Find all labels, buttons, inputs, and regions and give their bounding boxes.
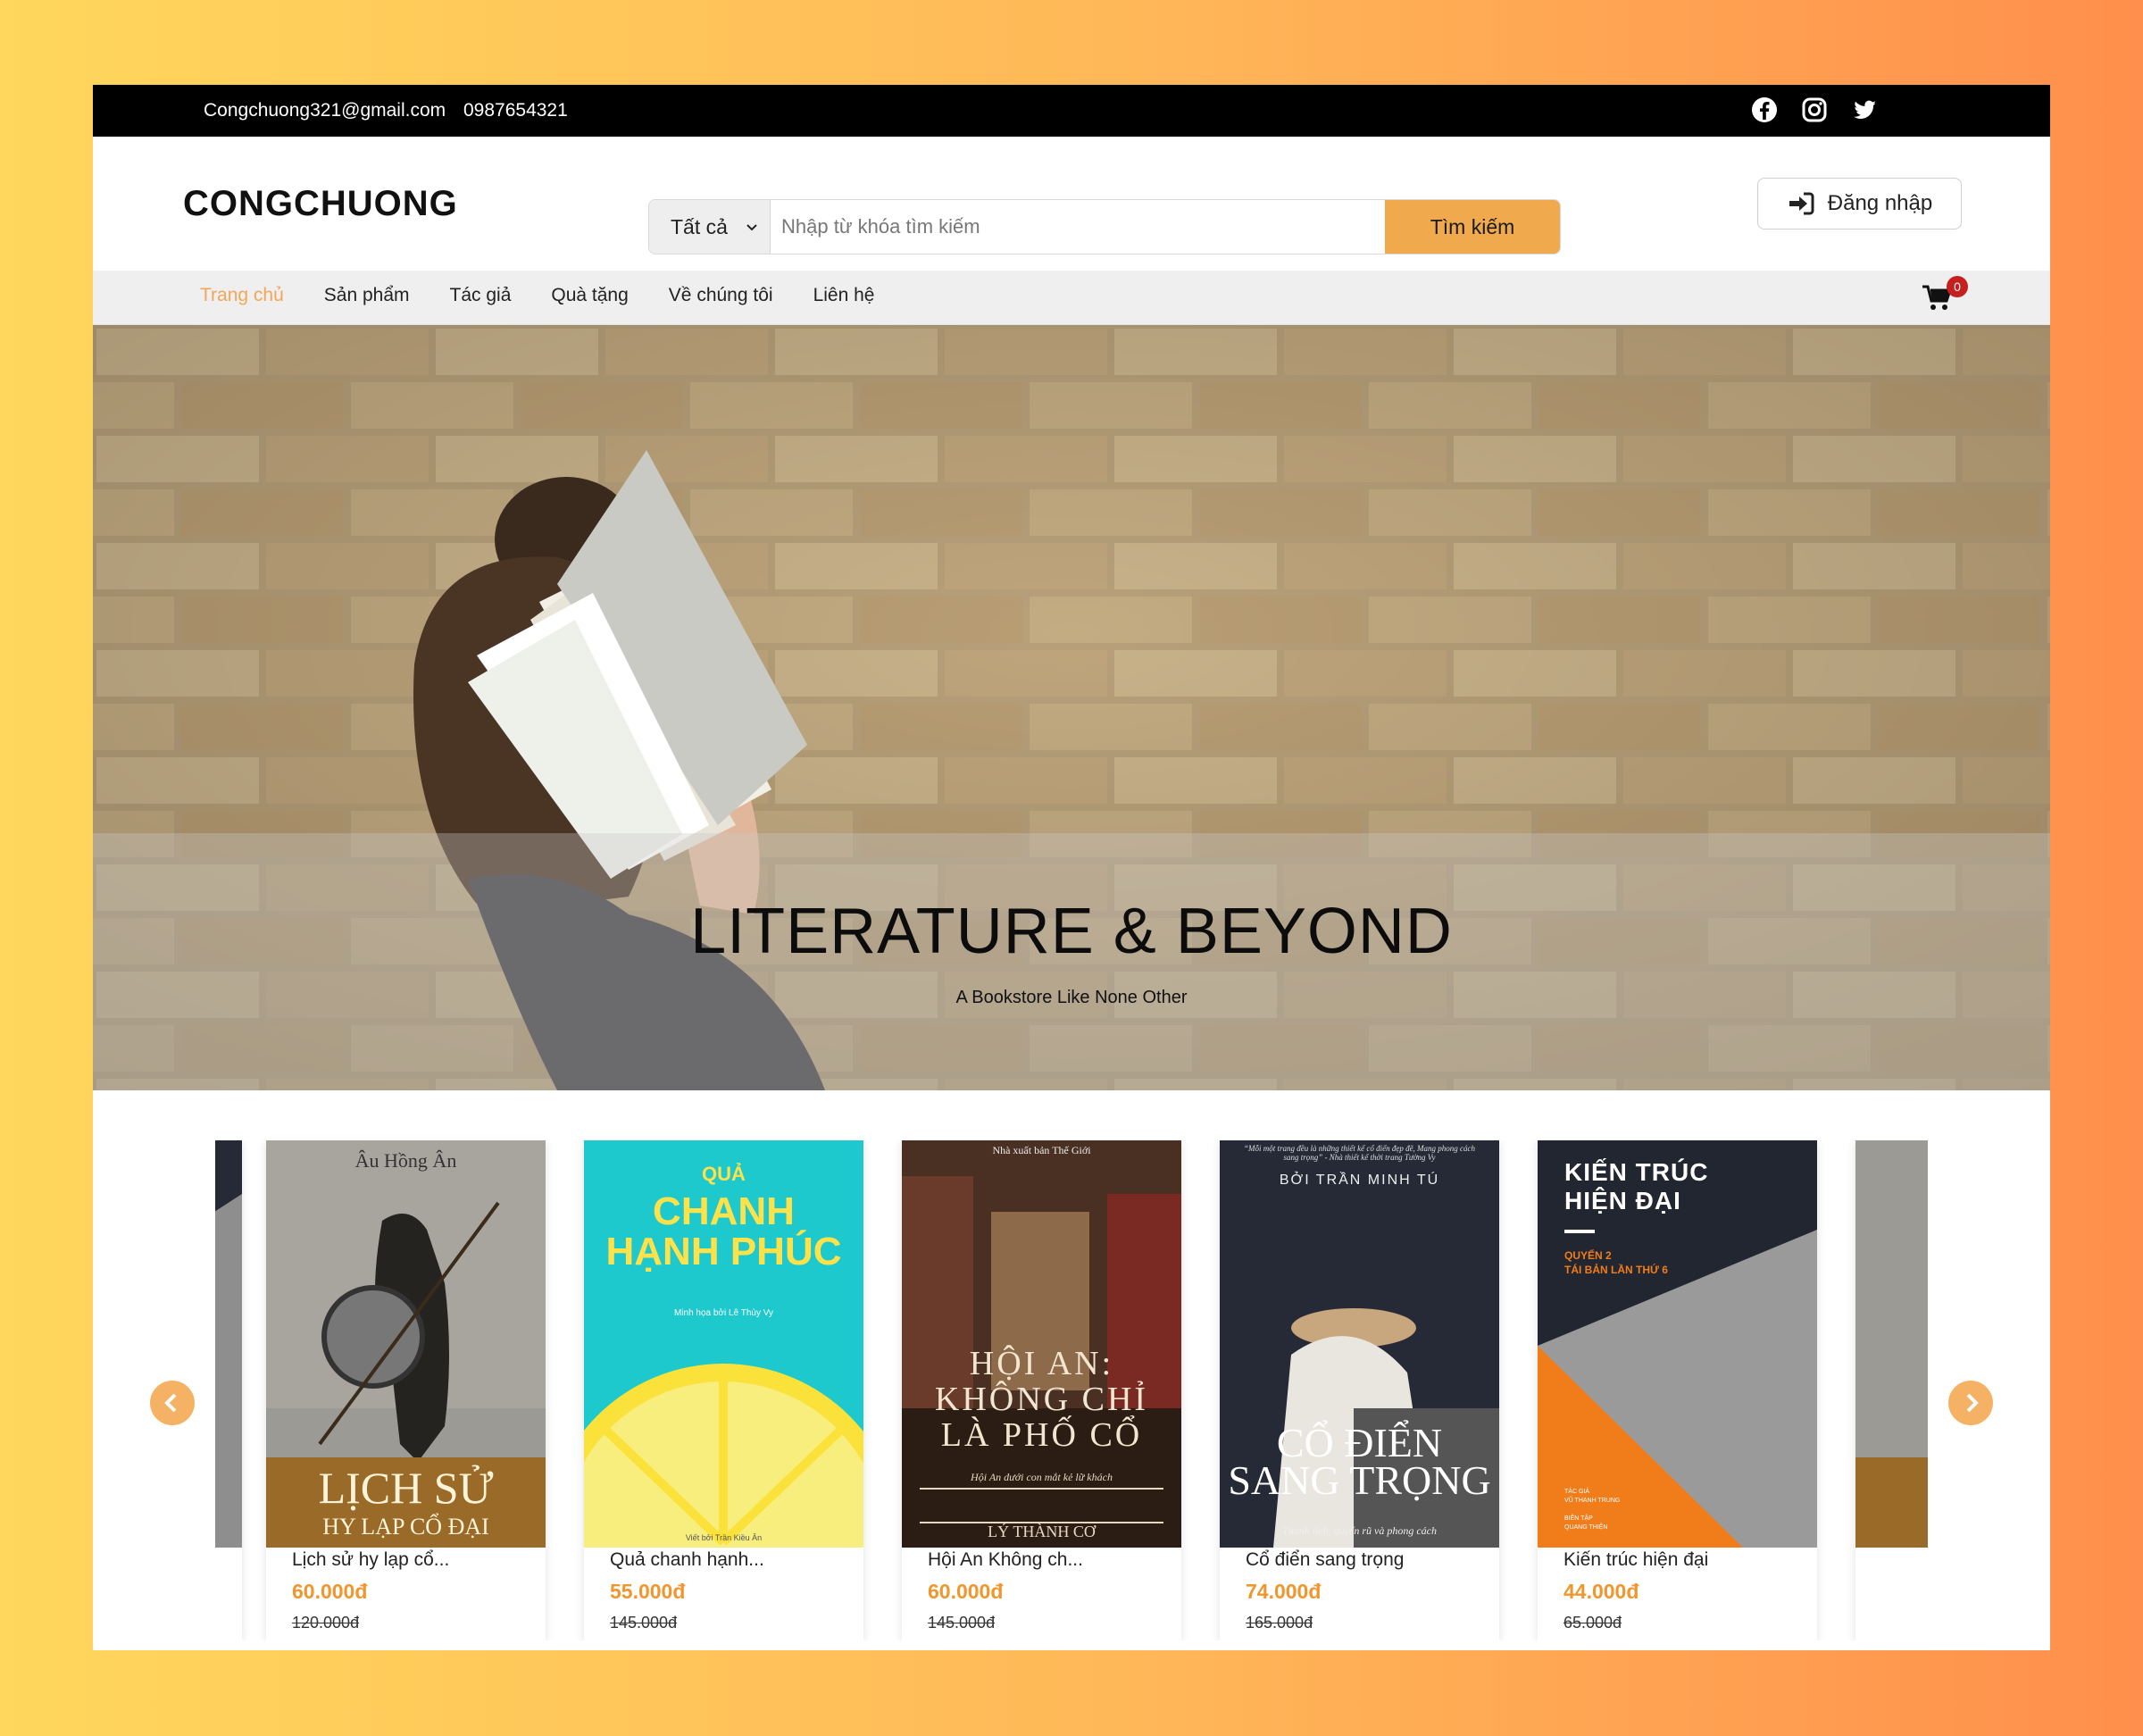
cover-editor-label: BIÊN TẬP <box>1564 1515 1593 1522</box>
cover-credit-bottom: Viết bởi Trần Kiều Ân <box>685 1533 763 1542</box>
product-price: 44.000đ <box>1563 1580 1639 1603</box>
product-title[interactable]: Lịch sử hy lạp cổ... <box>292 1549 449 1571</box>
product-card-partial-left[interactable] <box>215 1140 242 1640</box>
cover-author: Âu Hồng Ân <box>354 1149 457 1172</box>
nav-item-contact[interactable]: Liên hệ <box>813 285 875 306</box>
book-cover: QUẢ CHANH HẠNH PHÚC Minh họa bởi Lê Thùy… <box>584 1140 863 1548</box>
instagram-icon[interactable] <box>1800 96 1829 124</box>
page-frame: Congchuong321@gmail.com 0987654321 CONGC… <box>93 85 2050 1650</box>
cover-title: LÀ PHỐ CỔ <box>940 1416 1143 1454</box>
search-input[interactable] <box>771 200 1385 254</box>
chevron-left-icon <box>164 1393 177 1413</box>
chevron-right-icon <box>1966 1393 1979 1413</box>
book-cover-partial <box>215 1140 242 1548</box>
carousel-prev-button[interactable] <box>150 1381 195 1425</box>
product-card[interactable]: QUẢ CHANH HẠNH PHÚC Minh họa bởi Lê Thùy… <box>584 1140 863 1640</box>
cover-tagline: Thanh lịch, quyến rũ và phong cách <box>1282 1524 1437 1537</box>
product-old-price: 120.000đ <box>292 1614 360 1632</box>
product-price: 60.000đ <box>292 1580 368 1603</box>
hero-title: LITERATURE & BEYOND <box>690 896 1453 967</box>
sign-in-icon <box>1789 192 1814 215</box>
cover-author: VŨ THANH TRUNG <box>1564 1498 1621 1504</box>
cover-author-label: TÁC GIẢ <box>1564 1489 1590 1495</box>
product-title[interactable]: Quả chanh hạnh... <box>610 1549 764 1571</box>
nav-item-products[interactable]: Sản phẩm <box>324 285 410 306</box>
cart-button[interactable]: 0 <box>1920 276 1968 315</box>
cover-title: HỘI AN: <box>969 1345 1114 1382</box>
product-card[interactable]: KIẾN TRÚC HIỆN ĐẠI QUYỂN 2 TÁI BẢN LẦN T… <box>1538 1140 1817 1640</box>
cover-credit: Minh họa bởi Lê Thùy Vy <box>673 1308 774 1318</box>
contact-email[interactable]: Congchuong321@gmail.com <box>204 100 446 121</box>
product-old-price: 65.000đ <box>1563 1614 1622 1632</box>
carousel-next-button[interactable] <box>1948 1381 1993 1425</box>
search-category-select[interactable]: Tất cả <box>649 200 771 254</box>
cover-title: LỊCH SỬ <box>318 1463 494 1513</box>
nav-item-gifts[interactable]: Quà tặng <box>551 285 628 306</box>
cart-count-badge: 0 <box>1947 276 1968 297</box>
product-carousel: Âu Hồng Ân LỊCH SỬ HY LẠP CỔ ĐẠI Lịch sử… <box>93 1090 2050 1650</box>
product-title[interactable]: Cổ điển sang trọng <box>1246 1549 1404 1571</box>
hero-banner: LITERATURE & BEYOND A Bookstore Like Non… <box>93 325 2050 1090</box>
nav-item-home[interactable]: Trang chủ <box>200 285 284 306</box>
cover-title: SANG TRỌNG <box>1228 1457 1491 1503</box>
book-cover: Âu Hồng Ân LỊCH SỬ HY LẠP CỔ ĐẠI <box>266 1140 546 1548</box>
nav-item-authors[interactable]: Tác giả <box>450 285 512 306</box>
cover-volume: QUYỂN 2 <box>1564 1249 1612 1262</box>
chevron-down-icon <box>746 224 757 231</box>
search-button[interactable]: Tìm kiếm <box>1385 200 1560 254</box>
cover-title: CHANH <box>653 1189 795 1233</box>
cover-author: BỞI TRẦN MINH TÚ <box>1279 1173 1440 1188</box>
product-card[interactable]: Âu Hồng Ân LỊCH SỬ HY LẠP CỔ ĐẠI Lịch sử… <box>266 1140 546 1640</box>
contact-phone[interactable]: 0987654321 <box>463 100 568 121</box>
cover-title: KHÔNG CHỈ <box>934 1381 1149 1418</box>
contact-info: Congchuong321@gmail.com 0987654321 <box>204 100 580 121</box>
book-cover-partial <box>1855 1140 1928 1548</box>
nav-item-about[interactable]: Về chúng tôi <box>669 285 773 306</box>
cover-title: KIẾN TRÚC <box>1564 1158 1709 1186</box>
product-price: 55.000đ <box>610 1580 686 1603</box>
facebook-icon[interactable] <box>1750 96 1779 124</box>
product-card-partial-right[interactable] <box>1855 1140 1928 1640</box>
product-old-price: 145.000đ <box>928 1614 996 1632</box>
search-bar: Tất cả Tìm kiếm <box>648 199 1561 255</box>
cover-author: LÝ THÀNH CƠ <box>988 1523 1096 1540</box>
site-header: CONGCHUONG Tất cả Tìm kiếm Đăng nhập <box>93 137 2050 271</box>
carousel-track: Âu Hồng Ân LỊCH SỬ HY LẠP CỔ ĐẠI Lịch sử… <box>215 1140 1928 1640</box>
hero-subtitle: A Bookstore Like None Other <box>955 988 1188 1007</box>
product-price: 74.000đ <box>1246 1580 1322 1603</box>
product-title[interactable]: Kiến trúc hiện đại <box>1563 1549 1708 1571</box>
twitter-icon[interactable] <box>1850 96 1879 124</box>
cover-title: HẠNH PHÚC <box>605 1230 842 1273</box>
book-cover: “Mỗi một trang đều là những thiết kế cổ … <box>1220 1140 1499 1548</box>
cover-title: QUẢ <box>702 1163 746 1185</box>
book-cover: Nhà xuất bản Thế Giới HỘI AN: KHÔNG CHỈ … <box>902 1140 1181 1548</box>
login-button[interactable]: Đăng nhập <box>1757 178 1962 230</box>
product-card[interactable]: Nhà xuất bản Thế Giới HỘI AN: KHÔNG CHỈ … <box>902 1140 1181 1640</box>
book-cover: KIẾN TRÚC HIỆN ĐẠI QUYỂN 2 TÁI BẢN LẦN T… <box>1538 1140 1817 1548</box>
product-old-price: 145.000đ <box>610 1614 678 1632</box>
product-old-price: 165.000đ <box>1246 1614 1313 1632</box>
product-title[interactable]: Hội An Không ch... <box>928 1549 1083 1571</box>
search-category-value: Tất cả <box>671 214 728 238</box>
product-card[interactable]: “Mỗi một trang đều là những thiết kế cổ … <box>1220 1140 1499 1640</box>
cover-editor: QUANG THIỆN <box>1564 1524 1608 1531</box>
cover-tagline: Hội An dưới con mắt kẻ lữ khách <box>971 1471 1113 1483</box>
product-price: 60.000đ <box>928 1580 1004 1603</box>
cover-subtitle: HY LẠP CỔ ĐẠI <box>322 1514 489 1540</box>
cover-publisher: Nhà xuất bản Thế Giới <box>992 1144 1091 1156</box>
site-logo[interactable]: CONGCHUONG <box>183 184 458 224</box>
social-links <box>1750 96 1879 124</box>
cover-title: HIỆN ĐẠI <box>1564 1187 1681 1214</box>
cover-quote: “Mỗi một trang đều là những thiết kế cổ … <box>1243 1144 1476 1162</box>
login-label: Đăng nhập <box>1827 191 1933 215</box>
cover-edition: TÁI BẢN LẦN THỨ 6 <box>1564 1264 1668 1276</box>
main-nav: Trang chủ Sản phẩm Tác giả Quà tặng Về c… <box>93 271 2050 325</box>
top-bar: Congchuong321@gmail.com 0987654321 <box>93 85 2050 137</box>
